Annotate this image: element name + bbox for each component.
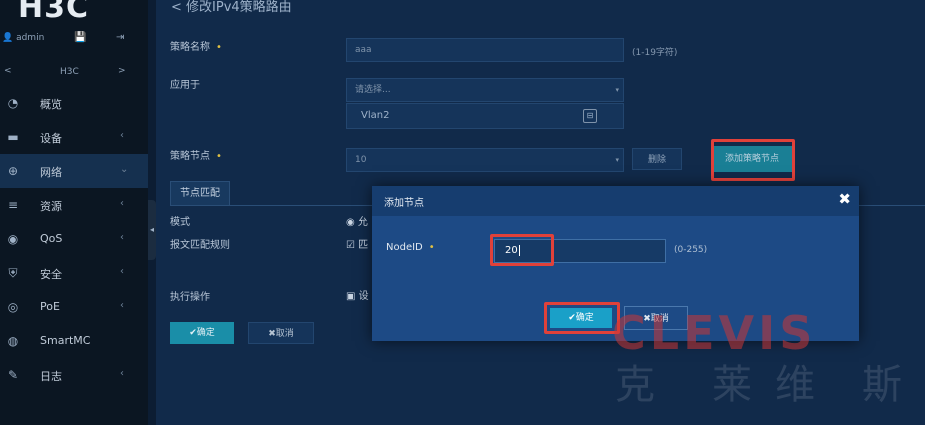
highlight-node-id (490, 234, 554, 266)
cancel-button[interactable]: ✖取消 (248, 322, 314, 344)
device-icon: ▬ (7, 130, 19, 144)
user-bar: 👤 admin 💾 ⇥ (0, 30, 148, 50)
sidebar-item-overview[interactable]: ◔ 概览 (0, 86, 148, 120)
globe-icon: ⊕ (7, 164, 19, 178)
dialog-header: 添加节点 ✖ (372, 186, 859, 216)
dashboard-icon: ◔ (7, 96, 19, 110)
node-id-hint: (0-255) (674, 245, 708, 255)
chevron-down-icon: ▾ (615, 156, 619, 164)
policy-name-hint: (1-19字符) (632, 48, 678, 58)
close-icon[interactable]: ✖ (838, 190, 851, 208)
ok-button[interactable]: ✔确定 (170, 322, 234, 344)
shield-icon: ⛨ (8, 266, 18, 280)
chevron-left-icon: ‹ (120, 198, 124, 209)
action-label: 执行操作 (170, 292, 210, 303)
sidebar-item-label: 资源 (40, 200, 62, 213)
logout-icon[interactable]: ⇥ (116, 32, 124, 43)
highlight-add-node (711, 139, 795, 181)
highlight-dialog-ok (544, 302, 620, 334)
selected-vlan-tag: Vlan2 ⊟ (346, 103, 624, 129)
h3c-logo: H3C (18, 0, 89, 25)
policy-name-input[interactable]: aaa (346, 38, 624, 62)
log-icon: ✎ (7, 368, 19, 382)
device-name: H3C (60, 67, 79, 77)
watermark-char: 维 (775, 362, 815, 408)
sidebar-nav: ◔ 概览 ▬ 设备 ‹ ⊕ 网络 ⌄ ≡ 资源 ‹ ◉ QoS ‹ ⛨ 安全 ‹ (0, 86, 148, 392)
required-mark: • (428, 242, 435, 253)
prev-device-arrow[interactable]: < (4, 66, 12, 76)
user-icon: 👤 admin (2, 33, 45, 43)
chevron-left-icon: ‹ (120, 300, 124, 311)
mode-radio[interactable]: ◉ 允 (346, 213, 368, 228)
watermark-char: 莱 (712, 362, 752, 408)
chevron-down-icon: ⌄ (120, 164, 129, 175)
node-id-label: NodeID • (386, 242, 435, 253)
sidebar-item-label: 概览 (40, 98, 62, 111)
sidebar-item-qos[interactable]: ◉ QoS ‹ (0, 222, 148, 256)
device-switcher: < H3C > (0, 64, 148, 82)
sidebar-item-log[interactable]: ✎ 日志 ‹ (0, 358, 148, 392)
watermark-char: 克 (615, 362, 655, 408)
apply-to-select[interactable]: 请选择... ▾ (346, 78, 624, 102)
sidebar-item-label: PoE (40, 300, 60, 313)
required-mark: • (216, 151, 222, 162)
dialog-title: 添加节点 (384, 198, 424, 209)
sidebar-item-label: SmartMC (40, 334, 91, 347)
match-rule-checkbox[interactable]: ☑ 匹 (346, 236, 368, 251)
policy-name-label: 策略名称 • (170, 42, 222, 53)
match-rule-label: 报文匹配规则 (170, 240, 230, 251)
next-device-arrow[interactable]: > (118, 66, 126, 76)
sidebar-item-label: 网络 (40, 166, 62, 179)
chevron-left-icon: ‹ (120, 232, 124, 243)
action-checkbox[interactable]: ▣ 设 (346, 287, 369, 302)
sidebar-item-network[interactable]: ⊕ 网络 ⌄ (0, 154, 148, 188)
chevron-down-icon: ▾ (615, 86, 619, 94)
remove-tag-icon[interactable]: ⊟ (583, 109, 597, 123)
sidebar-item-label: 日志 (40, 370, 62, 383)
save-icon[interactable]: 💾 (74, 32, 86, 43)
sidebar-item-device[interactable]: ▬ 设备 ‹ (0, 120, 148, 154)
apply-to-label: 应用于 (170, 80, 200, 91)
qos-icon: ◉ (7, 232, 19, 246)
sidebar: H3C 👤 admin 💾 ⇥ < H3C > ◔ 概览 ▬ 设备 ‹ ⊕ 网络… (0, 0, 148, 425)
policy-node-label: 策略节点 • (170, 151, 222, 162)
sidebar-item-label: 安全 (40, 268, 62, 281)
required-mark: • (216, 42, 222, 53)
delete-node-button[interactable]: 删除 (632, 148, 682, 170)
poe-icon: ◎ (7, 300, 19, 314)
smartmc-icon: ◍ (7, 334, 19, 348)
policy-node-select[interactable]: 10 ▾ (346, 148, 624, 172)
sidebar-item-label: 设备 (40, 132, 62, 145)
sidebar-item-label: QoS (40, 232, 63, 245)
chevron-left-icon: ‹ (120, 266, 124, 277)
sidebar-item-resource[interactable]: ≡ 资源 ‹ (0, 188, 148, 222)
database-icon: ≡ (7, 198, 19, 212)
watermark-char: 斯 (862, 362, 902, 408)
sidebar-item-smartmc[interactable]: ◍ SmartMC (0, 324, 148, 358)
username: admin (16, 33, 45, 43)
sidebar-item-poe[interactable]: ◎ PoE ‹ (0, 290, 148, 324)
sidebar-item-security[interactable]: ⛨ 安全 ‹ (0, 256, 148, 290)
chevron-left-icon: ‹ (120, 130, 124, 141)
tab-node-match[interactable]: 节点匹配 (170, 181, 230, 205)
sidebar-collapse-handle[interactable]: ◂ (148, 200, 156, 260)
page-title[interactable]: < 修改IPv4策略路由 (171, 0, 292, 15)
mode-label: 模式 (170, 217, 190, 228)
chevron-left-icon: ‹ (120, 368, 124, 379)
